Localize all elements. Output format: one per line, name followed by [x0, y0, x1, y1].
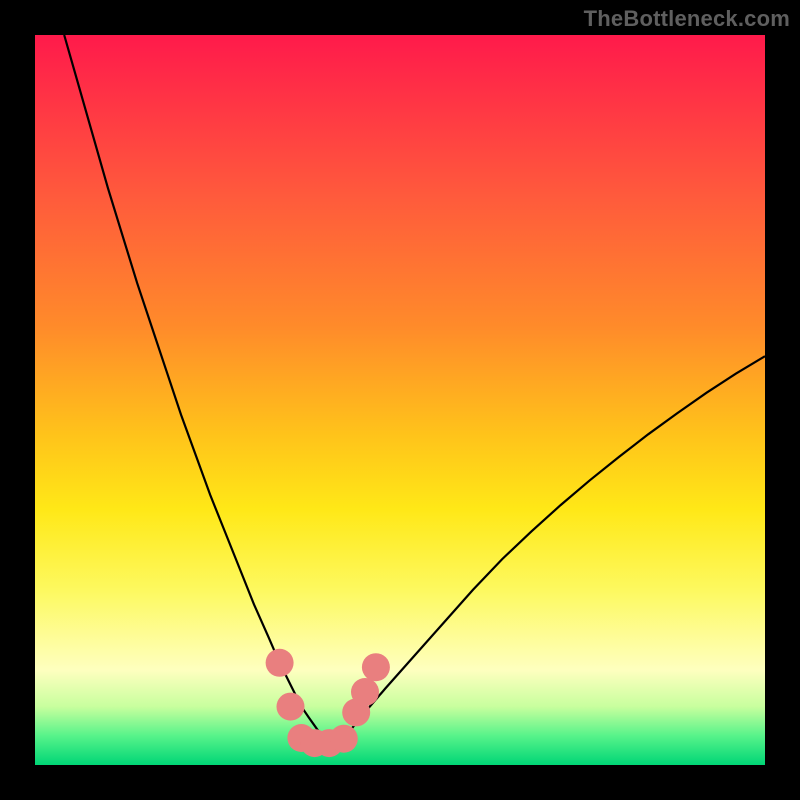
curve-marker [330, 725, 358, 753]
curve-marker [266, 649, 294, 677]
curve-marker [351, 678, 379, 706]
chart-svg [35, 35, 765, 765]
watermark-text: TheBottleneck.com [584, 6, 790, 32]
curve-marker [362, 653, 390, 681]
outer-frame: TheBottleneck.com [0, 0, 800, 800]
curve-marker [277, 693, 305, 721]
bottleneck-curve [64, 35, 765, 743]
curve-markers [266, 649, 390, 757]
plot-area [35, 35, 765, 765]
